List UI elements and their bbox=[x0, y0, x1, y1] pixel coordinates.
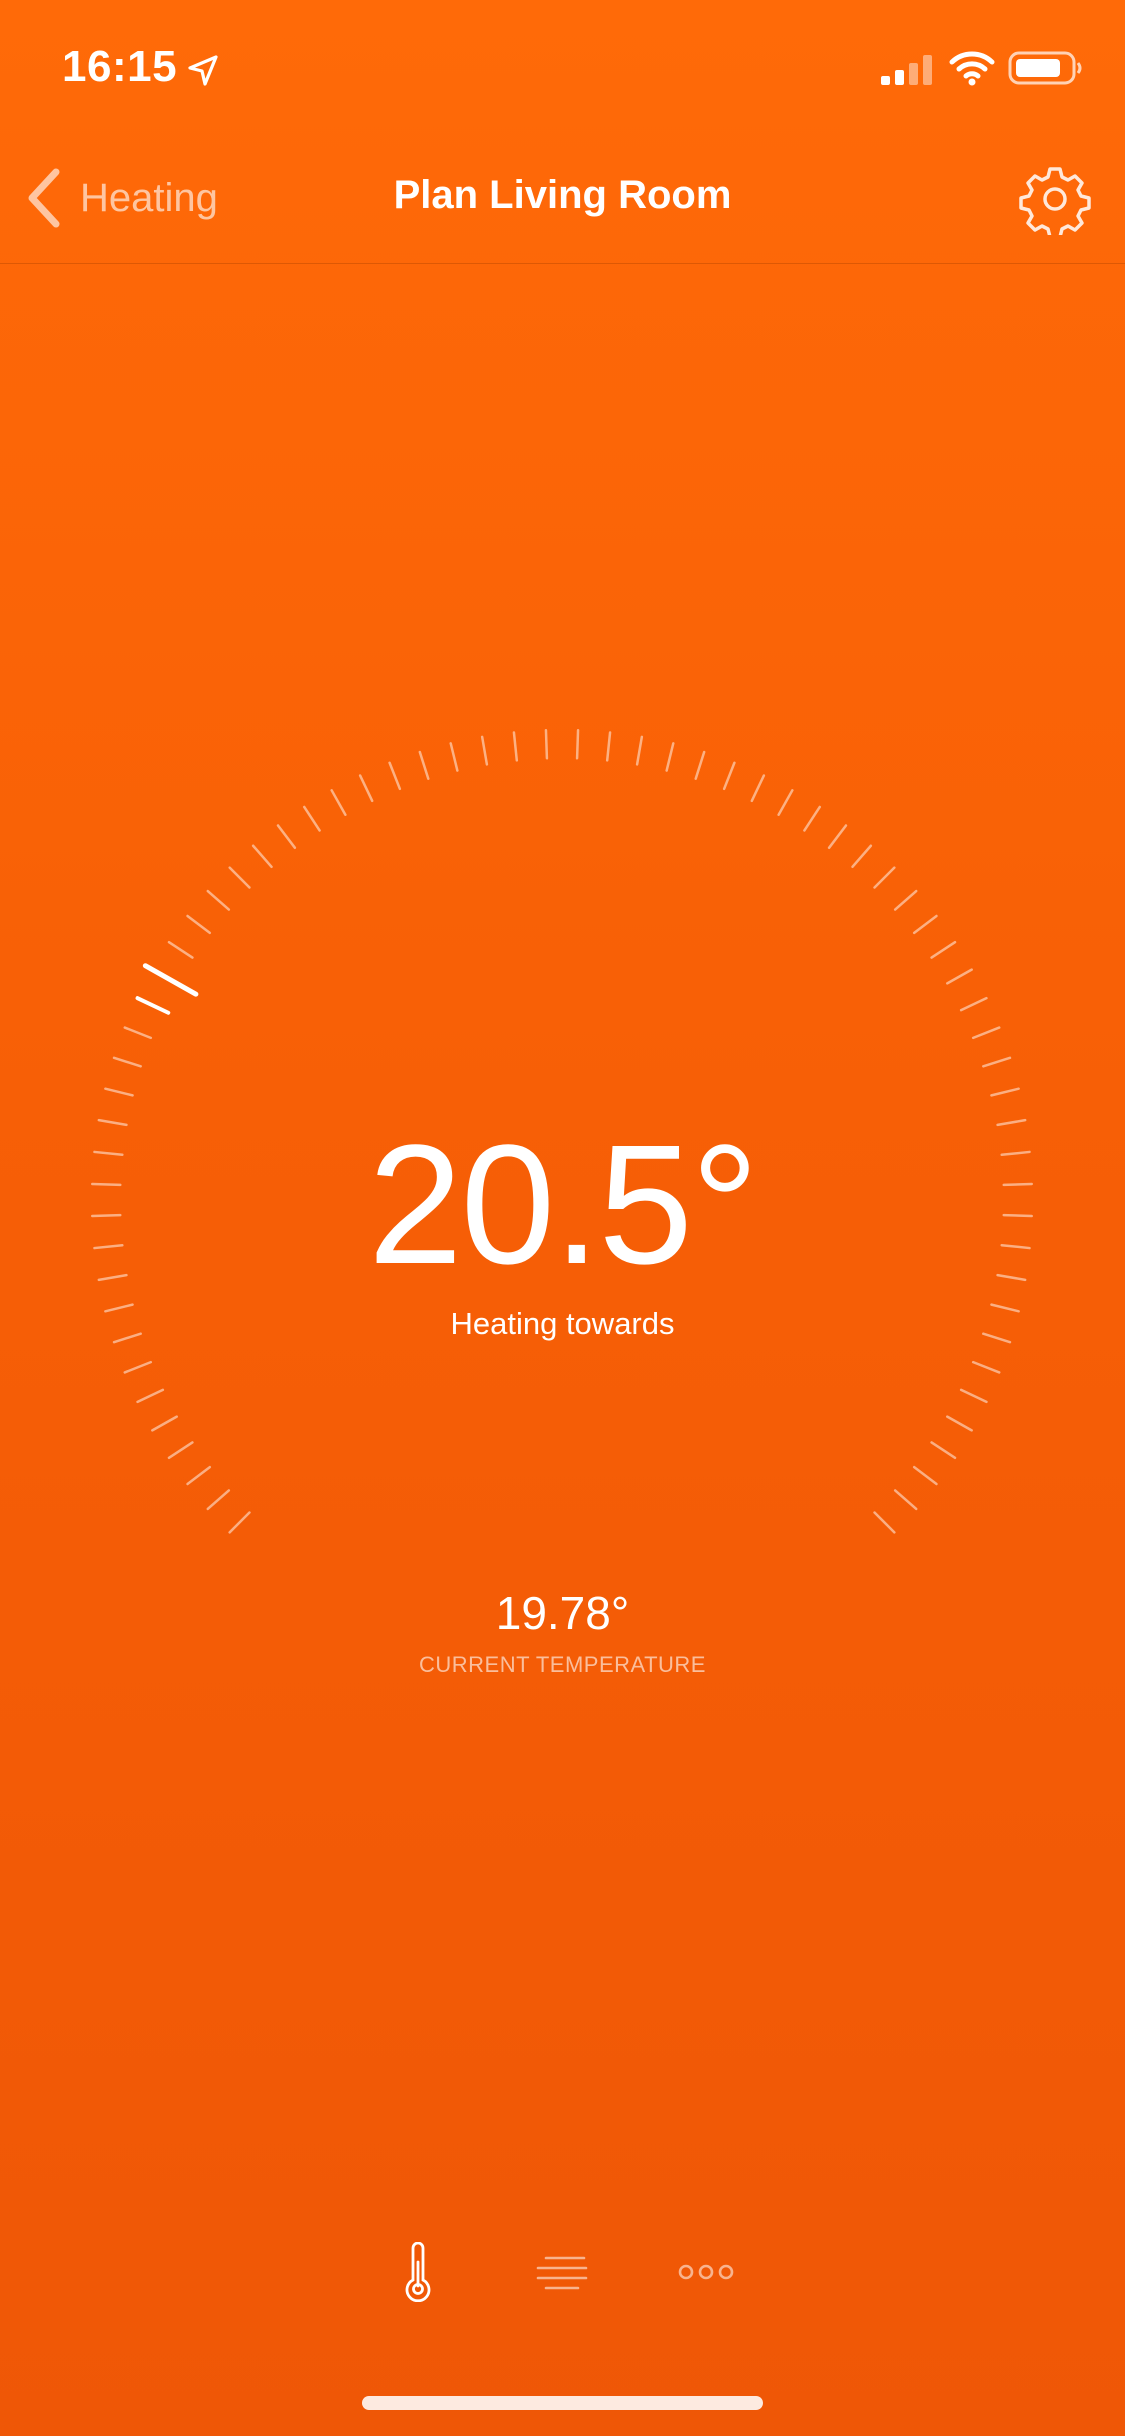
dial-tick bbox=[803, 805, 822, 832]
more-dots-icon bbox=[678, 2264, 734, 2280]
navigation-bar: Heating Plan Living Room bbox=[0, 135, 1125, 264]
battery-icon bbox=[1008, 51, 1082, 85]
dial-tick bbox=[694, 750, 706, 780]
dial-target-tick bbox=[142, 963, 199, 997]
dial-tick bbox=[228, 866, 251, 889]
target-temperature: 20.5° bbox=[368, 1110, 759, 1300]
location-arrow-icon bbox=[188, 55, 218, 86]
status-bar: 16:15 bbox=[0, 0, 1125, 135]
current-temperature-label: CURRENT TEMPERATURE bbox=[419, 1652, 706, 1677]
dial-tick bbox=[893, 1489, 918, 1511]
dial-tick bbox=[665, 742, 675, 772]
dial-tick bbox=[512, 731, 519, 762]
dial-tick bbox=[722, 761, 736, 791]
dial-tick bbox=[893, 889, 918, 911]
dial-tick bbox=[167, 1441, 194, 1460]
dial-tick bbox=[971, 1026, 1001, 1040]
dial-tick bbox=[206, 1489, 231, 1511]
dial-tick bbox=[750, 774, 766, 803]
list-lines-icon bbox=[536, 2256, 588, 2290]
dial-tick bbox=[330, 789, 347, 816]
tab-thermostat[interactable] bbox=[378, 2240, 458, 2304]
dial-tick bbox=[302, 805, 321, 832]
dial-tick bbox=[777, 789, 794, 816]
target-temperature-label: Heating towards bbox=[450, 1306, 675, 1341]
dial-tick bbox=[873, 1511, 896, 1534]
dial-tick bbox=[123, 1360, 153, 1374]
dial-tick bbox=[206, 889, 231, 911]
dial-tick bbox=[276, 824, 297, 850]
dial-tick bbox=[186, 1465, 212, 1486]
dial-tick bbox=[186, 914, 212, 935]
dial-tick bbox=[449, 742, 459, 772]
wifi-icon bbox=[949, 51, 995, 86]
dial-tick bbox=[418, 750, 430, 780]
gear-icon bbox=[1019, 167, 1091, 239]
dial-tick bbox=[959, 1388, 988, 1404]
dial-tick bbox=[167, 940, 194, 959]
dial-tick bbox=[228, 1511, 251, 1534]
tab-bar bbox=[0, 2220, 1125, 2320]
tab-more[interactable] bbox=[666, 2240, 746, 2304]
dial-tick bbox=[112, 1056, 142, 1068]
cellular-signal-icon bbox=[881, 55, 932, 85]
dial-tick bbox=[827, 824, 848, 850]
dial-tick bbox=[982, 1056, 1012, 1068]
home-indicator bbox=[362, 2396, 763, 2410]
dial-tick bbox=[959, 996, 988, 1012]
dial-tick bbox=[575, 729, 580, 760]
status-time: 16:15 bbox=[62, 42, 178, 91]
dial-tick bbox=[251, 844, 273, 869]
dial-tick bbox=[544, 729, 549, 760]
thermometer-icon bbox=[405, 2242, 431, 2302]
dial-tick bbox=[971, 1360, 1001, 1374]
dial-tick bbox=[388, 761, 402, 791]
dial-tick bbox=[151, 1415, 178, 1432]
page-title: Plan Living Room bbox=[393, 173, 732, 217]
dial-tick bbox=[605, 731, 612, 762]
dial-tick bbox=[635, 735, 644, 766]
dial-tick bbox=[912, 914, 938, 935]
dial-tick bbox=[480, 735, 489, 766]
dial-tick bbox=[136, 1388, 165, 1404]
dial-current-tick bbox=[135, 996, 171, 1015]
dial-tick bbox=[930, 940, 957, 959]
dial-tick bbox=[123, 1026, 153, 1040]
dial-tick bbox=[946, 968, 973, 985]
current-temperature: 19.78° bbox=[495, 1587, 630, 1639]
dial-tick bbox=[104, 1087, 134, 1097]
dial-tick bbox=[358, 774, 374, 803]
tab-schedule[interactable] bbox=[522, 2240, 602, 2304]
dial-tick bbox=[946, 1415, 973, 1432]
dial-tick bbox=[912, 1465, 938, 1486]
dial-tick bbox=[930, 1441, 957, 1460]
settings-button[interactable] bbox=[1019, 163, 1091, 239]
dial-tick bbox=[873, 866, 896, 889]
dial-tick bbox=[990, 1087, 1020, 1097]
dial-tick bbox=[851, 844, 873, 869]
